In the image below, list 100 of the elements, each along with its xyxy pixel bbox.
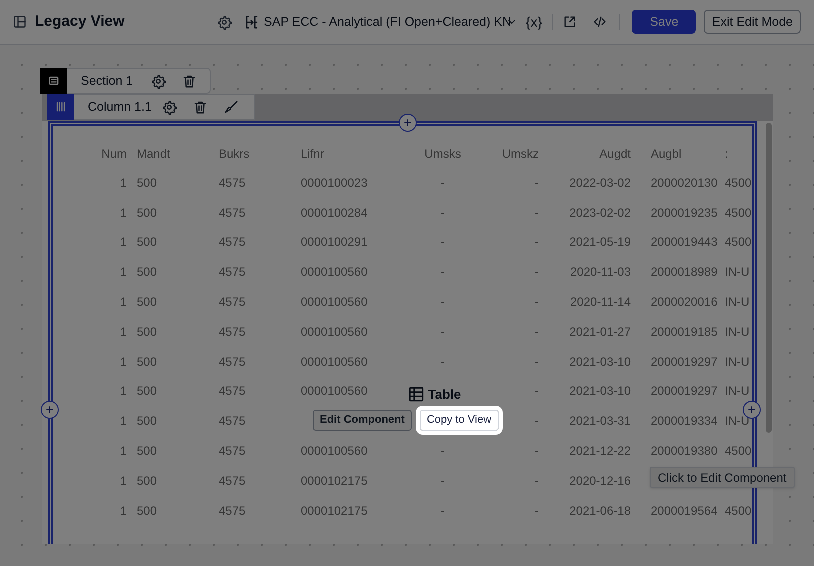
add-icon[interactable]: [41, 401, 59, 419]
variables-button[interactable]: {x}: [526, 12, 542, 32]
table-cell: 500: [137, 474, 158, 488]
code-icon[interactable]: [593, 15, 608, 29]
column-header: Num: [102, 146, 127, 160]
table-cell: 500: [137, 414, 158, 428]
brush-icon[interactable]: [224, 100, 239, 114]
column-header: Umsks: [424, 146, 462, 160]
table-cell: -: [441, 324, 445, 339]
table-cell: 2021-05-19: [570, 235, 631, 250]
table-cell: 2023-02-02: [570, 206, 631, 220]
table-cell: -: [535, 324, 539, 339]
table-cell: 4500: [725, 206, 752, 220]
table-cell: 0000100560: [301, 324, 368, 339]
table-cell: 1: [120, 176, 127, 190]
column-label: Column 1.1: [88, 98, 153, 116]
table-cell: 2000019297: [651, 354, 718, 369]
table-cell: IN-U: [725, 265, 750, 280]
table-cell: -: [535, 504, 539, 518]
table-cell: 500: [137, 235, 158, 250]
table-cell: -: [441, 354, 445, 369]
expand-icon[interactable]: [563, 15, 578, 29]
table-cell: 0000100291: [301, 235, 368, 250]
table-cell: 4575: [219, 206, 246, 220]
table-cell: 1: [120, 384, 127, 398]
table-cell: 500: [137, 206, 158, 220]
add-icon[interactable]: [399, 114, 417, 132]
column-header: Bukrs: [219, 146, 250, 160]
table-cell: -: [535, 444, 539, 458]
table-cell: 1: [120, 235, 127, 250]
columns-icon[interactable]: [47, 94, 74, 120]
table-cell: 2021-03-10: [570, 384, 631, 398]
table-cell: 500: [137, 324, 158, 339]
exit-edit-button[interactable]: Exit Edit Mode: [704, 10, 801, 34]
table-cell: 2021-12-22: [570, 444, 631, 458]
table-cell: 1: [120, 206, 127, 220]
table-cell: IN-U: [725, 354, 750, 369]
table-cell: 2021-06-18: [570, 504, 631, 518]
table-cell: 1: [120, 444, 127, 458]
table-cell: 4575: [219, 474, 246, 488]
table-cell: 2021-01-27: [570, 324, 631, 339]
table-cell: 2020-11-14: [570, 295, 631, 310]
table-cell: 2000019380: [651, 444, 718, 458]
table-cell: 4575: [219, 176, 246, 190]
table-cell: 4500: [725, 504, 752, 518]
table-cell: 1: [120, 265, 127, 280]
table-cell: 500: [137, 384, 158, 398]
table-cell: 0000100560: [301, 444, 368, 458]
table-cell: -: [441, 206, 445, 220]
table-cell: 1: [120, 504, 127, 518]
menu-icon[interactable]: [40, 68, 67, 94]
table-cell: 2020-11-03: [570, 265, 631, 280]
trash-icon[interactable]: [182, 74, 197, 88]
table-cell: IN-U: [725, 414, 750, 428]
table-cell: -: [535, 176, 539, 190]
section-label: Section 1: [81, 72, 134, 90]
table-cell: -: [535, 474, 539, 488]
scrollbar[interactable]: [766, 123, 772, 433]
table-cell: 4575: [219, 265, 246, 280]
table-cell: -: [441, 176, 445, 190]
table-cell: -: [441, 265, 445, 280]
column-header: Lifnr: [301, 146, 324, 160]
table-cell: 1: [120, 414, 127, 428]
table-cell: 4500: [725, 176, 752, 190]
column-header: Augbl: [651, 146, 682, 160]
edit-component-button[interactable]: Edit Component: [313, 410, 412, 430]
table-cell: -: [441, 295, 445, 310]
table-cell: 500: [137, 295, 158, 310]
settings-icon[interactable]: [151, 74, 166, 88]
table-cell: 0000100560: [301, 295, 368, 310]
layout-icon: [13, 15, 27, 29]
data-source-dropdown[interactable]: SAP ECC - Analytical (FI Open+Cleared) KN: [264, 12, 518, 32]
column-header: Augdt: [600, 146, 631, 160]
save-button[interactable]: Save: [632, 10, 696, 34]
table-cell: 1: [120, 354, 127, 369]
column-header: :: [725, 146, 728, 160]
table-cell: 500: [137, 504, 158, 518]
table-cell: -: [535, 354, 539, 369]
table-cell: 4575: [219, 235, 246, 250]
tooltip: Click to Edit Component: [650, 467, 795, 488]
table-cell: IN-U: [725, 384, 750, 398]
table-cell: 2000020130: [651, 176, 718, 190]
table-cell: 0000100560: [301, 384, 368, 398]
table-cell: -: [535, 414, 539, 428]
table-cell: IN-U: [725, 324, 750, 339]
table-cell: 2021-03-10: [570, 354, 631, 369]
table-cell: 1: [120, 324, 127, 339]
table-cell: 2020-12-16: [570, 474, 631, 488]
table-cell: 4575: [219, 504, 246, 518]
table-cell: 2021-03-31: [570, 414, 631, 428]
table-cell: IN-U: [725, 295, 750, 310]
table-cell: 4575: [219, 444, 246, 458]
settings-icon[interactable]: [162, 100, 177, 114]
table-cell: -: [535, 265, 539, 280]
table-cell: 2000019334: [651, 414, 718, 428]
table-cell: -: [441, 474, 445, 488]
table-cell: 0000100560: [301, 265, 368, 280]
trash-icon[interactable]: [193, 100, 208, 114]
settings-icon[interactable]: [217, 14, 232, 30]
table-cell: -: [535, 384, 539, 398]
